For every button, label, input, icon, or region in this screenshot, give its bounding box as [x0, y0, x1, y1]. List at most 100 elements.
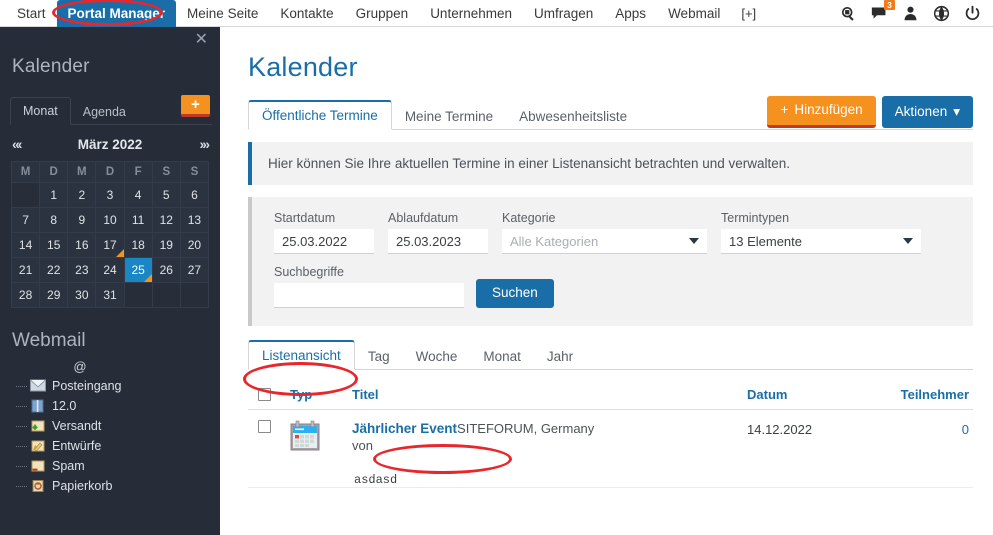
calendar-day[interactable]: 13: [179, 207, 210, 233]
add-button[interactable]: + Hinzufügen: [767, 96, 876, 128]
search-icon[interactable]: [840, 5, 857, 22]
webmail-folder-entwuerfe[interactable]: Entwürfe: [16, 436, 220, 456]
calendar-day-event-marker: [115, 249, 124, 257]
nav-item-umfragen[interactable]: Umfragen: [523, 0, 604, 27]
sidebar-add-button[interactable]: +: [181, 95, 210, 117]
nav-item-unternehmen[interactable]: Unternehmen: [419, 0, 523, 27]
search-button[interactable]: Suchen: [476, 279, 554, 308]
calendar-day[interactable]: 19: [151, 232, 181, 258]
tab-abwesenheitsliste[interactable]: Abwesenheitsliste: [506, 103, 640, 130]
calendar-next-icon[interactable]: ›»: [200, 136, 211, 152]
types-select[interactable]: 13 Elemente: [721, 229, 921, 254]
calendar-day[interactable]: 30: [67, 282, 97, 308]
start-date-input[interactable]: [274, 229, 374, 254]
calendar-day[interactable]: 9: [67, 207, 97, 233]
column-header-teilnehmer[interactable]: Teilnehmer: [867, 387, 973, 402]
chevron-down-icon: [903, 238, 913, 244]
end-date-input[interactable]: [388, 229, 488, 254]
nav-item-kontakte[interactable]: Kontakte: [269, 0, 344, 27]
calendar-day[interactable]: 21: [10, 257, 41, 283]
view-tab-woche[interactable]: Woche: [403, 343, 471, 370]
power-icon[interactable]: [964, 5, 981, 22]
table-header-row: Typ Titel Datum Teilnehmer: [248, 380, 973, 410]
chat-icon[interactable]: 3: [871, 0, 895, 22]
calendar-day[interactable]: 5: [151, 182, 181, 208]
plus-icon: +: [780, 102, 789, 118]
column-header-datum[interactable]: Datum: [747, 387, 867, 402]
weekday-header: M: [67, 161, 97, 183]
calendar-day[interactable]: 25: [123, 257, 153, 283]
calendar-day[interactable]: 6: [179, 182, 210, 208]
nav-item-webmail[interactable]: Webmail: [657, 0, 731, 27]
calendar-day[interactable]: 27: [179, 257, 210, 283]
nav-item-meine-seite[interactable]: Meine Seite: [176, 0, 269, 27]
calendar-day[interactable]: 2: [67, 182, 97, 208]
webmail-root-node[interactable]: @: [0, 352, 160, 376]
sidebar-tab-agenda[interactable]: Agenda: [71, 99, 138, 125]
tab-oeffentliche-termine[interactable]: Öffentliche Termine: [248, 100, 392, 130]
calendar-day[interactable]: 10: [95, 207, 125, 233]
nav-item-apps[interactable]: Apps: [604, 0, 657, 27]
calendar-day[interactable]: 14: [10, 232, 41, 258]
row-checkbox[interactable]: [258, 420, 271, 433]
webmail-folder-spam[interactable]: Spam: [16, 456, 220, 476]
search-terms-input[interactable]: [274, 283, 464, 308]
calendar-day[interactable]: 15: [39, 232, 69, 258]
column-header-titel[interactable]: Titel: [352, 387, 747, 402]
view-tab-jahr[interactable]: Jahr: [534, 343, 586, 370]
calendar-day[interactable]: 29: [39, 282, 69, 308]
filter-row-2: Suchbegriffe Suchen: [274, 265, 957, 308]
calendar-day[interactable]: 12: [151, 207, 181, 233]
calendar-day[interactable]: 18: [123, 232, 153, 258]
start-date-label: Startdatum: [274, 211, 336, 225]
filter-row-1: Startdatum Ablaufdatum Kategorie Alle Ka…: [274, 211, 957, 254]
search-terms-field: Suchbegriffe: [274, 265, 464, 308]
top-navigation-bar: Start Portal Manager Meine Seite Kontakt…: [0, 0, 993, 27]
calendar-day[interactable]: 4: [123, 182, 153, 208]
view-tab-monat[interactable]: Monat: [470, 343, 534, 370]
sidebar-close-icon[interactable]: ✕: [195, 32, 208, 48]
column-header-typ[interactable]: Typ: [290, 387, 352, 402]
nav-item-start[interactable]: Start: [6, 0, 57, 27]
calendar-day[interactable]: 1: [39, 182, 69, 208]
select-all-checkbox[interactable]: [258, 388, 271, 401]
calendar-day[interactable]: 8: [39, 207, 69, 233]
actions-button[interactable]: Aktionen ▾: [881, 96, 973, 128]
webmail-folder-label: Spam: [52, 459, 85, 473]
calendar-day[interactable]: 16: [67, 232, 97, 258]
calendar-day[interactable]: 20: [179, 232, 210, 258]
calendar-day-empty: [10, 182, 41, 208]
event-von-label: von: [352, 438, 373, 453]
calendar-day[interactable]: 26: [151, 257, 181, 283]
calendar-day[interactable]: 22: [39, 257, 69, 283]
webmail-folder-12-0[interactable]: 12.0: [16, 396, 220, 416]
tab-meine-termine[interactable]: Meine Termine: [392, 103, 506, 130]
calendar-day[interactable]: 7: [10, 207, 41, 233]
view-tab-tag[interactable]: Tag: [355, 343, 403, 370]
view-tab-listenansicht[interactable]: Listenansicht: [248, 340, 355, 370]
calendar-day[interactable]: 3: [95, 182, 125, 208]
calendar-day[interactable]: 24: [95, 257, 125, 283]
nav-item-portal-manager[interactable]: Portal Manager: [56, 0, 177, 27]
category-select[interactable]: Alle Kategorien: [502, 229, 707, 254]
globe-icon[interactable]: [933, 5, 950, 22]
sidebar-tab-monat[interactable]: Monat: [10, 97, 71, 125]
webmail-folder-papierkorb[interactable]: Papierkorb: [16, 476, 220, 496]
calendar-day[interactable]: 17: [95, 232, 125, 258]
row-participants-cell[interactable]: 0: [867, 420, 973, 437]
webmail-folder-posteingang[interactable]: Posteingang: [16, 376, 220, 396]
nav-item-gruppen[interactable]: Gruppen: [345, 0, 420, 27]
main-content: Kalender Öffentliche Termine Meine Termi…: [220, 27, 993, 535]
weekday-header: D: [95, 161, 125, 183]
calendar-day[interactable]: 28: [10, 282, 41, 308]
calendar-day[interactable]: 23: [67, 257, 97, 283]
webmail-folder-versandt[interactable]: Versandt: [16, 416, 220, 436]
user-icon[interactable]: [902, 5, 919, 22]
types-field: Termintypen 13 Elemente: [721, 211, 921, 254]
calendar-prev-icon[interactable]: «‹: [12, 136, 23, 152]
calendar-day[interactable]: 31: [95, 282, 125, 308]
calendar-day-event-marker: [143, 274, 152, 282]
event-title-link[interactable]: Jährlicher Event: [352, 421, 457, 436]
nav-item-more[interactable]: [+]: [731, 6, 766, 21]
calendar-day[interactable]: 11: [123, 207, 153, 233]
